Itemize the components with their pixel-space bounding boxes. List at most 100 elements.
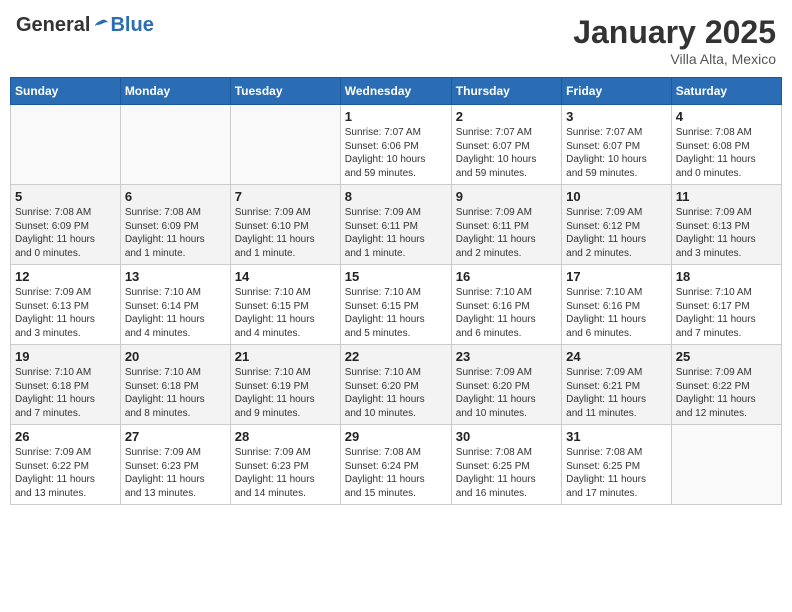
day-info: Sunrise: 7:10 AM Sunset: 6:17 PM Dayligh… bbox=[676, 286, 777, 340]
day-number: 9 bbox=[456, 189, 557, 204]
day-number: 22 bbox=[345, 349, 447, 364]
calendar-table: SundayMondayTuesdayWednesdayThursdayFrid… bbox=[10, 77, 782, 505]
calendar-header-row: SundayMondayTuesdayWednesdayThursdayFrid… bbox=[11, 78, 782, 105]
calendar-cell: 21 Sunrise: 7:10 AM Sunset: 6:19 PM Dayli… bbox=[230, 345, 340, 425]
day-number: 21 bbox=[235, 349, 336, 364]
day-info: Sunrise: 7:10 AM Sunset: 6:16 PM Dayligh… bbox=[566, 286, 667, 340]
calendar-cell bbox=[230, 105, 340, 185]
day-number: 5 bbox=[15, 189, 116, 204]
logo-blue: Blue bbox=[110, 14, 153, 37]
day-number: 27 bbox=[125, 429, 226, 444]
calendar-cell: 15Sunrise: 7:10 AM Sunset: 6:15 PM Dayli… bbox=[340, 265, 451, 345]
calendar-cell: 3 Sunrise: 7:07 AM Sunset: 6:07 PM Daylig… bbox=[562, 105, 672, 185]
location: Villa Alta, Mexico bbox=[573, 51, 776, 67]
calendar-cell: 22Sunrise: 7:10 AM Sunset: 6:20 PM Dayli… bbox=[340, 345, 451, 425]
day-of-week-header: Tuesday bbox=[230, 78, 340, 105]
day-info: Sunrise: 7:09 AM Sunset: 6:11 PM Dayligh… bbox=[456, 206, 557, 260]
calendar-week-row: 26 Sunrise: 7:09 AM Sunset: 6:22 PM Dayli… bbox=[11, 425, 782, 505]
calendar-cell: 7Sunrise: 7:09 AM Sunset: 6:10 PM Daylig… bbox=[230, 185, 340, 265]
calendar-cell: 6 Sunrise: 7:08 AM Sunset: 6:09 PM Daylig… bbox=[120, 185, 230, 265]
calendar-cell: 10 Sunrise: 7:09 AM Sunset: 6:12 PM Dayli… bbox=[562, 185, 672, 265]
day-info: Sunrise: 7:09 AM Sunset: 6:23 PM Dayligh… bbox=[235, 446, 336, 500]
day-info: Sunrise: 7:10 AM Sunset: 6:19 PM Dayligh… bbox=[235, 366, 336, 420]
calendar-cell: 25 Sunrise: 7:09 AM Sunset: 6:22 PM Dayli… bbox=[671, 345, 781, 425]
day-number: 23 bbox=[456, 349, 557, 364]
calendar-cell: 8 Sunrise: 7:09 AM Sunset: 6:11 PM Daylig… bbox=[340, 185, 451, 265]
day-number: 11 bbox=[676, 189, 777, 204]
day-info: Sunrise: 7:10 AM Sunset: 6:15 PM Dayligh… bbox=[235, 286, 336, 340]
day-info: Sunrise: 7:10 AM Sunset: 6:16 PM Dayligh… bbox=[456, 286, 557, 340]
day-number: 28 bbox=[235, 429, 336, 444]
calendar-week-row: 19 Sunrise: 7:10 AM Sunset: 6:18 PM Dayli… bbox=[11, 345, 782, 425]
day-number: 13 bbox=[125, 269, 226, 284]
day-info: Sunrise: 7:09 AM Sunset: 6:21 PM Dayligh… bbox=[566, 366, 667, 420]
calendar-cell: 2Sunrise: 7:07 AM Sunset: 6:07 PM Daylig… bbox=[451, 105, 561, 185]
day-number: 12 bbox=[15, 269, 116, 284]
calendar-cell: 24Sunrise: 7:09 AM Sunset: 6:21 PM Dayli… bbox=[562, 345, 672, 425]
day-number: 30 bbox=[456, 429, 557, 444]
logo-general: General bbox=[16, 14, 90, 37]
calendar-cell: 12 Sunrise: 7:09 AM Sunset: 6:13 PM Dayli… bbox=[11, 265, 121, 345]
calendar-cell bbox=[120, 105, 230, 185]
day-number: 6 bbox=[125, 189, 226, 204]
day-number: 17 bbox=[566, 269, 667, 284]
day-info: Sunrise: 7:09 AM Sunset: 6:13 PM Dayligh… bbox=[15, 286, 116, 340]
day-info: Sunrise: 7:08 AM Sunset: 6:25 PM Dayligh… bbox=[566, 446, 667, 500]
calendar-week-row: 12 Sunrise: 7:09 AM Sunset: 6:13 PM Dayli… bbox=[11, 265, 782, 345]
day-number: 26 bbox=[15, 429, 116, 444]
month-year: January 2025 bbox=[573, 14, 776, 51]
day-number: 14 bbox=[235, 269, 336, 284]
day-number: 10 bbox=[566, 189, 667, 204]
day-info: Sunrise: 7:08 AM Sunset: 6:25 PM Dayligh… bbox=[456, 446, 557, 500]
day-info: Sunrise: 7:10 AM Sunset: 6:15 PM Dayligh… bbox=[345, 286, 447, 340]
day-number: 31 bbox=[566, 429, 667, 444]
page-header: General Blue January 2025 Villa Alta, Me… bbox=[10, 10, 782, 71]
day-info: Sunrise: 7:09 AM Sunset: 6:22 PM Dayligh… bbox=[15, 446, 116, 500]
calendar-cell: 14 Sunrise: 7:10 AM Sunset: 6:15 PM Dayli… bbox=[230, 265, 340, 345]
calendar-cell: 19 Sunrise: 7:10 AM Sunset: 6:18 PM Dayli… bbox=[11, 345, 121, 425]
day-number: 8 bbox=[345, 189, 447, 204]
day-number: 20 bbox=[125, 349, 226, 364]
day-info: Sunrise: 7:10 AM Sunset: 6:18 PM Dayligh… bbox=[15, 366, 116, 420]
calendar-cell: 18 Sunrise: 7:10 AM Sunset: 6:17 PM Dayli… bbox=[671, 265, 781, 345]
calendar-cell: 13 Sunrise: 7:10 AM Sunset: 6:14 PM Dayli… bbox=[120, 265, 230, 345]
day-info: Sunrise: 7:09 AM Sunset: 6:12 PM Dayligh… bbox=[566, 206, 667, 260]
day-info: Sunrise: 7:08 AM Sunset: 6:09 PM Dayligh… bbox=[125, 206, 226, 260]
day-info: Sunrise: 7:09 AM Sunset: 6:13 PM Dayligh… bbox=[676, 206, 777, 260]
calendar-cell: 16 Sunrise: 7:10 AM Sunset: 6:16 PM Dayli… bbox=[451, 265, 561, 345]
calendar-cell: 31 Sunrise: 7:08 AM Sunset: 6:25 PM Dayli… bbox=[562, 425, 672, 505]
day-of-week-header: Friday bbox=[562, 78, 672, 105]
day-info: Sunrise: 7:10 AM Sunset: 6:14 PM Dayligh… bbox=[125, 286, 226, 340]
day-info: Sunrise: 7:07 AM Sunset: 6:07 PM Dayligh… bbox=[566, 126, 667, 180]
day-number: 1 bbox=[345, 109, 447, 124]
day-info: Sunrise: 7:07 AM Sunset: 6:07 PM Dayligh… bbox=[456, 126, 557, 180]
day-info: Sunrise: 7:09 AM Sunset: 6:11 PM Dayligh… bbox=[345, 206, 447, 260]
day-of-week-header: Saturday bbox=[671, 78, 781, 105]
day-info: Sunrise: 7:09 AM Sunset: 6:23 PM Dayligh… bbox=[125, 446, 226, 500]
day-info: Sunrise: 7:08 AM Sunset: 6:08 PM Dayligh… bbox=[676, 126, 777, 180]
day-info: Sunrise: 7:08 AM Sunset: 6:24 PM Dayligh… bbox=[345, 446, 447, 500]
calendar-cell: 30 Sunrise: 7:08 AM Sunset: 6:25 PM Dayli… bbox=[451, 425, 561, 505]
calendar-cell: 20Sunrise: 7:10 AM Sunset: 6:18 PM Dayli… bbox=[120, 345, 230, 425]
calendar-cell: 28 Sunrise: 7:09 AM Sunset: 6:23 PM Dayli… bbox=[230, 425, 340, 505]
calendar-cell: 5 Sunrise: 7:08 AM Sunset: 6:09 PM Daylig… bbox=[11, 185, 121, 265]
calendar-week-row: 5 Sunrise: 7:08 AM Sunset: 6:09 PM Daylig… bbox=[11, 185, 782, 265]
day-number: 19 bbox=[15, 349, 116, 364]
day-number: 25 bbox=[676, 349, 777, 364]
calendar-cell: 23Sunrise: 7:09 AM Sunset: 6:20 PM Dayli… bbox=[451, 345, 561, 425]
day-info: Sunrise: 7:09 AM Sunset: 6:10 PM Dayligh… bbox=[235, 206, 336, 260]
calendar-cell: 11 Sunrise: 7:09 AM Sunset: 6:13 PM Dayli… bbox=[671, 185, 781, 265]
day-number: 3 bbox=[566, 109, 667, 124]
calendar-cell: 26 Sunrise: 7:09 AM Sunset: 6:22 PM Dayli… bbox=[11, 425, 121, 505]
day-info: Sunrise: 7:08 AM Sunset: 6:09 PM Dayligh… bbox=[15, 206, 116, 260]
day-number: 16 bbox=[456, 269, 557, 284]
day-of-week-header: Sunday bbox=[11, 78, 121, 105]
day-number: 18 bbox=[676, 269, 777, 284]
logo: General Blue bbox=[16, 14, 154, 37]
calendar-week-row: 1Sunrise: 7:07 AM Sunset: 6:06 PM Daylig… bbox=[11, 105, 782, 185]
day-of-week-header: Wednesday bbox=[340, 78, 451, 105]
day-number: 4 bbox=[676, 109, 777, 124]
day-number: 29 bbox=[345, 429, 447, 444]
day-info: Sunrise: 7:09 AM Sunset: 6:22 PM Dayligh… bbox=[676, 366, 777, 420]
calendar-cell: 17 Sunrise: 7:10 AM Sunset: 6:16 PM Dayli… bbox=[562, 265, 672, 345]
